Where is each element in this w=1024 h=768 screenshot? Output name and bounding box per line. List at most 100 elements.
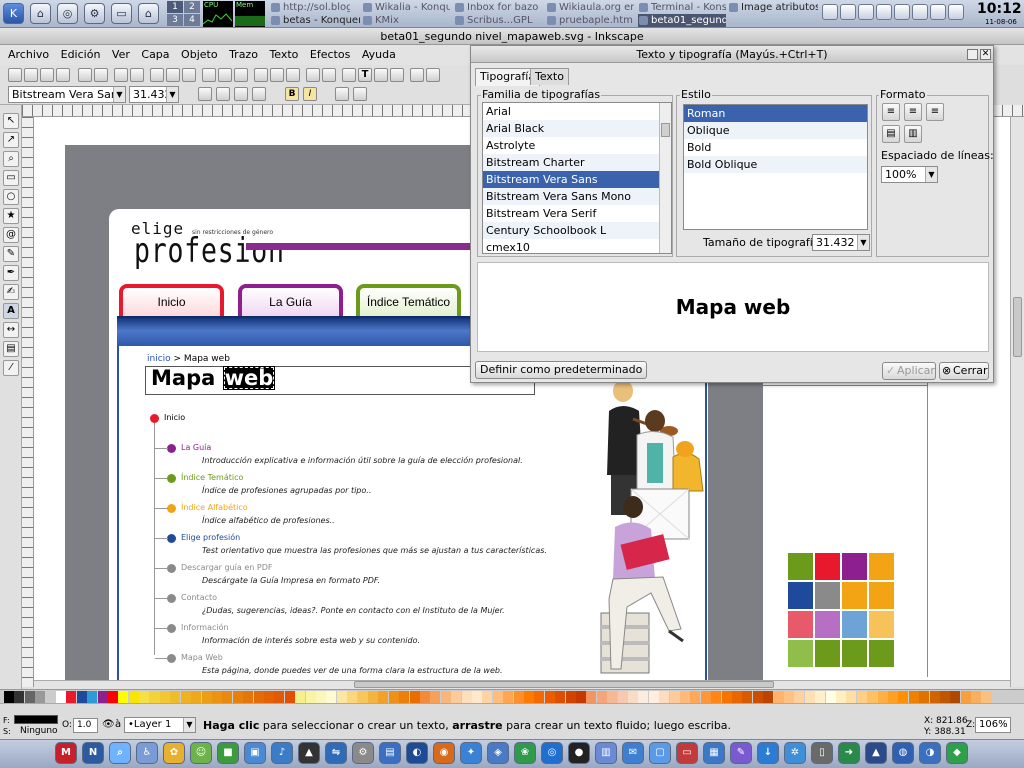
palette-swatch[interactable] xyxy=(264,691,274,703)
zoom-field[interactable]: 106% xyxy=(975,717,1011,733)
mosaic-square[interactable] xyxy=(788,582,813,609)
palette-swatch[interactable] xyxy=(669,691,680,703)
calligraphy-tool-icon[interactable]: ✍ xyxy=(3,284,19,300)
page-title-text[interactable]: Mapa web xyxy=(151,366,276,390)
penguin-icon[interactable]: ▲ xyxy=(865,742,887,764)
preferences-icon[interactable] xyxy=(410,68,424,82)
palette-swatch[interactable] xyxy=(919,691,930,703)
desktop-1[interactable]: 1 xyxy=(167,1,183,13)
align-icon[interactable] xyxy=(390,68,404,82)
star-icon[interactable]: ✦ xyxy=(460,742,482,764)
palette-swatch[interactable] xyxy=(201,691,212,703)
mosaic-square[interactable] xyxy=(842,640,867,667)
palette-swatch[interactable] xyxy=(700,691,711,703)
redo-icon[interactable] xyxy=(130,68,144,82)
pen-tool-icon[interactable]: ✒ xyxy=(3,265,19,281)
align-center-icon[interactable]: ≡ xyxy=(904,103,922,121)
title-word-mapa[interactable]: Mapa xyxy=(151,366,215,390)
palette-swatch[interactable] xyxy=(66,691,77,703)
home-icon[interactable]: ⌂ xyxy=(30,3,51,24)
palette-swatch[interactable] xyxy=(409,691,420,703)
palette-swatch[interactable] xyxy=(326,691,337,703)
mosaic-square[interactable] xyxy=(788,611,813,638)
connector-tool-icon[interactable]: ↔ xyxy=(3,322,19,338)
palette-swatch[interactable] xyxy=(160,691,170,703)
task-wikalia[interactable]: Wikalia - Konqu xyxy=(362,1,450,14)
menu-texto[interactable]: Texto xyxy=(265,45,302,65)
palette-swatch[interactable] xyxy=(347,691,358,703)
palette-swatch[interactable] xyxy=(804,691,815,703)
align-left-icon[interactable] xyxy=(198,87,212,101)
dialog-close-icon[interactable]: ✕ xyxy=(980,49,991,60)
palette-swatch[interactable] xyxy=(690,691,701,703)
font-family-item[interactable]: Bitstream Vera Sans xyxy=(483,171,671,188)
vertical-text-icon[interactable] xyxy=(353,87,367,101)
desktop-2[interactable]: 2 xyxy=(184,1,200,13)
palette-swatch[interactable] xyxy=(482,691,493,703)
palette-swatch[interactable] xyxy=(180,691,191,703)
palette-swatch[interactable] xyxy=(607,691,618,703)
window-titlebar[interactable]: beta01_segundo nivel_mapaweb.svg - Inksc… xyxy=(0,28,1024,45)
task-image-atributos[interactable]: Image atributos xyxy=(728,1,818,14)
task-scribus[interactable]: Scribus...GPL xyxy=(454,14,542,27)
palette-swatch[interactable] xyxy=(305,691,316,703)
align-left-icon[interactable]: ≡ xyxy=(882,103,900,121)
align-right-icon[interactable] xyxy=(234,87,248,101)
settings-icon[interactable]: ⚙ xyxy=(84,3,105,24)
clone-icon[interactable] xyxy=(270,68,284,82)
font-style-item[interactable]: Roman xyxy=(684,105,867,122)
palette-swatch[interactable] xyxy=(170,691,181,703)
mosaic-square[interactable] xyxy=(869,640,894,667)
person-icon[interactable]: ☺ xyxy=(190,742,212,764)
cut-icon[interactable] xyxy=(166,68,180,82)
set-default-button[interactable]: Definir como predeterminado xyxy=(475,361,648,379)
menu-edicion[interactable]: Edición xyxy=(57,45,105,65)
palette-swatch[interactable] xyxy=(212,691,222,703)
menu-capa[interactable]: Capa xyxy=(137,45,173,65)
palette-swatch[interactable] xyxy=(76,691,87,703)
desktop-4[interactable]: 4 xyxy=(184,14,200,26)
tray-clipboard-icon[interactable] xyxy=(840,4,856,20)
mail-icon[interactable]: ✉ xyxy=(622,742,644,764)
mosaic-square[interactable] xyxy=(815,611,840,638)
save-icon[interactable] xyxy=(40,68,54,82)
horizontal-text-icon[interactable] xyxy=(335,87,349,101)
palette-swatch[interactable] xyxy=(149,691,160,703)
palette-swatch[interactable] xyxy=(97,691,108,703)
font-style-list[interactable]: Roman Oblique Bold Bold Oblique xyxy=(683,104,868,230)
palette-swatch[interactable] xyxy=(596,691,607,703)
mosaic-square[interactable] xyxy=(815,582,840,609)
palette-swatch[interactable] xyxy=(544,691,555,703)
gradient-tool-icon[interactable]: ▤ xyxy=(3,341,19,357)
palette-swatch[interactable] xyxy=(243,691,254,703)
selector-tool-icon[interactable]: ↖ xyxy=(3,113,19,129)
mosaic-square[interactable] xyxy=(788,640,813,667)
align-center-icon[interactable] xyxy=(216,87,230,101)
php-icon[interactable]: ◍ xyxy=(892,742,914,764)
palette-swatch[interactable] xyxy=(118,691,129,703)
sitemap-item-label[interactable]: La Guía xyxy=(181,443,211,452)
menu-efectos[interactable]: Efectos xyxy=(306,45,354,65)
chevron-down-icon[interactable]: ▼ xyxy=(857,235,869,250)
palette-swatch[interactable] xyxy=(888,691,898,703)
earth-icon[interactable]: ◎ xyxy=(541,742,563,764)
document-props-icon[interactable] xyxy=(426,68,440,82)
fill-stroke-icon[interactable] xyxy=(342,68,356,82)
palette-swatch[interactable] xyxy=(732,691,742,703)
menu-ayuda[interactable]: Ayuda xyxy=(358,45,400,65)
palette-swatch[interactable] xyxy=(430,691,441,703)
zoom-tool-icon[interactable]: ⌕ xyxy=(3,151,19,167)
tray-mail-icon[interactable] xyxy=(912,4,928,20)
fill-swatch[interactable] xyxy=(14,715,58,724)
eye-icon[interactable]: 👁 xyxy=(102,719,115,730)
palette-swatch[interactable] xyxy=(316,691,326,703)
task-betas-konqueror[interactable]: betas - Konquer xyxy=(270,14,360,27)
palette-swatch[interactable] xyxy=(35,691,46,703)
palette-swatch[interactable] xyxy=(877,691,888,703)
task-wikiaula[interactable]: Wikiaula.org en xyxy=(546,1,634,14)
font-family-item[interactable]: Bitstream Vera Sans Mono xyxy=(483,188,671,205)
tray-printer-icon[interactable] xyxy=(930,4,946,20)
dialog-titlebar[interactable]: Texto y tipografía (Mayús.+Ctrl+T) xyxy=(471,46,993,63)
palette-swatch[interactable] xyxy=(784,691,794,703)
line-spacing-combo[interactable]: 100% ▼ xyxy=(881,166,938,183)
